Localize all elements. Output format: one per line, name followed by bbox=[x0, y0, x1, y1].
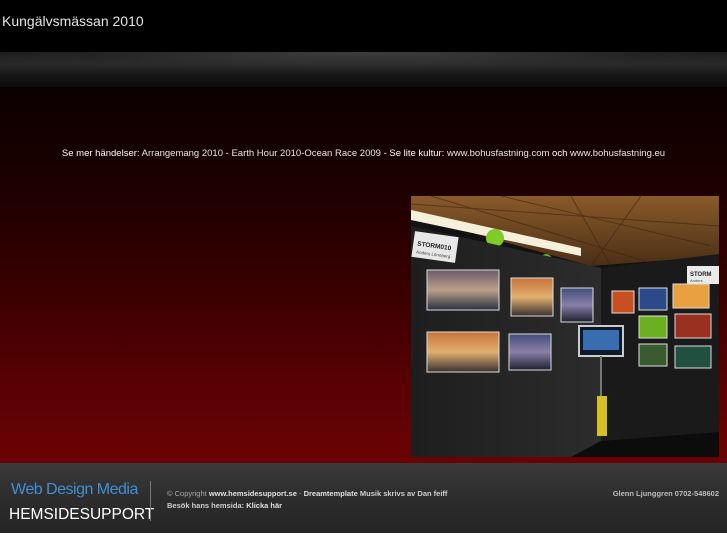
link-arrangemang-2010[interactable]: Arrangemang 2010 bbox=[142, 148, 223, 159]
visit-text: Besök hans hemsida: bbox=[167, 501, 245, 510]
events-label: Se mer händelser: bbox=[61, 148, 140, 159]
culture-label: Se lite kultur: bbox=[389, 148, 445, 159]
footer: Web Design Media HEMSIDESUPPORT © Copyri… bbox=[0, 463, 727, 545]
link-earth-hour-2010[interactable]: Earth Hour 2010 bbox=[231, 148, 301, 159]
header-bar: Kungälvsmässan 2010 bbox=[0, 0, 727, 52]
link-hemsidesupport[interactable]: www.hemsidesupport.se bbox=[209, 489, 297, 498]
link-bohusfastning-eu[interactable]: www.bohusfastning.eu bbox=[570, 148, 665, 159]
exhibition-photo-illustration: STORM010 Anders Lönnberg STORM Anders bbox=[411, 196, 719, 457]
link-bohusfastning-com[interactable]: www.bohusfastning.com bbox=[447, 148, 549, 159]
contact-info: Glenn Ljunggren 0702-548602 bbox=[612, 489, 719, 498]
link-dreamtemplate[interactable]: Dreamtemplate bbox=[304, 489, 358, 498]
separator: - bbox=[298, 489, 302, 498]
footer-divider bbox=[150, 481, 151, 521]
link-ocean-race-2009[interactable]: Ocean Race 2009 bbox=[304, 148, 381, 159]
events-links-line: Se mer händelser: Arrangemang 2010 - Ear… bbox=[0, 148, 727, 159]
footer-bottom-strip bbox=[0, 533, 727, 545]
header-gloss-band bbox=[0, 52, 727, 87]
and-text: och bbox=[552, 148, 568, 159]
site-title: Kungälvsmässan 2010 bbox=[2, 13, 144, 29]
link-klicka-har[interactable]: Klicka här bbox=[246, 501, 282, 510]
copyright-text: © Copyright bbox=[167, 489, 207, 498]
footer-credits: © Copyright www.hemsidesupport.se - Drea… bbox=[167, 488, 467, 512]
brand-logo-web-design-media[interactable]: Web Design Media bbox=[11, 481, 138, 499]
sign-right-text-2: Anders bbox=[690, 278, 703, 283]
main-content: Se mer händelser: Arrangemang 2010 - Ear… bbox=[0, 87, 727, 463]
brand-logo-hemsidesupport[interactable]: HEMSIDESUPPORT bbox=[9, 506, 154, 524]
exhibition-photo: STORM010 Anders Lönnberg STORM Anders bbox=[411, 196, 719, 457]
music-text: Musik skrivs av Dan feiff bbox=[359, 489, 448, 498]
